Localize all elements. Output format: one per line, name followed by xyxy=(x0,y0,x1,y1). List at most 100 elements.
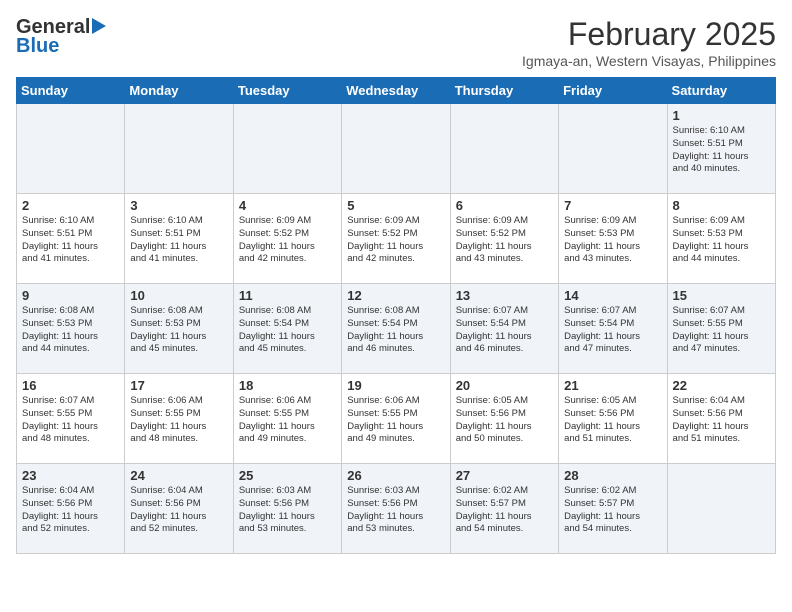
calendar-day-cell xyxy=(17,104,125,194)
calendar-day-cell: 20 Sunrise: 6:05 AM Sunset: 5:56 PM Dayli… xyxy=(450,374,558,464)
day-number: 16 xyxy=(22,378,119,393)
day-info: Sunrise: 6:06 AM Sunset: 5:55 PM Dayligh… xyxy=(130,395,227,446)
calendar-table: SundayMondayTuesdayWednesdayThursdayFrid… xyxy=(16,77,776,554)
calendar-day-cell: 5 Sunrise: 6:09 AM Sunset: 5:52 PM Daylig… xyxy=(342,194,450,284)
calendar-day-cell: 17 Sunrise: 6:06 AM Sunset: 5:55 PM Dayli… xyxy=(125,374,233,464)
calendar-day-cell xyxy=(125,104,233,194)
calendar-day-cell xyxy=(342,104,450,194)
weekday-header-friday: Friday xyxy=(559,78,667,104)
weekday-header-monday: Monday xyxy=(125,78,233,104)
day-info: Sunrise: 6:09 AM Sunset: 5:53 PM Dayligh… xyxy=(673,215,770,266)
calendar-day-cell xyxy=(667,464,775,554)
day-number: 19 xyxy=(347,378,444,393)
calendar-day-cell: 27Sunrise: 6:02 AM Sunset: 5:57 PM Dayli… xyxy=(450,464,558,554)
calendar-day-cell xyxy=(233,104,341,194)
calendar-day-cell: 16 Sunrise: 6:07 AM Sunset: 5:55 PM Dayli… xyxy=(17,374,125,464)
calendar-day-cell: 12 Sunrise: 6:08 AM Sunset: 5:54 PM Dayli… xyxy=(342,284,450,374)
calendar-day-cell: 19 Sunrise: 6:06 AM Sunset: 5:55 PM Dayli… xyxy=(342,374,450,464)
day-number: 11 xyxy=(239,288,336,303)
calendar-day-cell: 15 Sunrise: 6:07 AM Sunset: 5:55 PM Dayli… xyxy=(667,284,775,374)
day-number: 26 xyxy=(347,468,444,483)
calendar-day-cell: 3 Sunrise: 6:10 AM Sunset: 5:51 PM Daylig… xyxy=(125,194,233,284)
calendar-week-row: 16 Sunrise: 6:07 AM Sunset: 5:55 PM Dayli… xyxy=(17,374,776,464)
day-number: 5 xyxy=(347,198,444,213)
calendar-week-row: 23 Sunrise: 6:04 AM Sunset: 5:56 PM Dayli… xyxy=(17,464,776,554)
day-number: 1 xyxy=(673,108,770,123)
calendar-day-cell xyxy=(450,104,558,194)
calendar-day-cell: 21Sunrise: 6:05 AM Sunset: 5:56 PM Dayli… xyxy=(559,374,667,464)
day-info: Sunrise: 6:02 AM Sunset: 5:57 PM Dayligh… xyxy=(564,485,661,536)
weekday-header-thursday: Thursday xyxy=(450,78,558,104)
day-info: Sunrise: 6:07 AM Sunset: 5:55 PM Dayligh… xyxy=(673,305,770,356)
calendar-day-cell: 11Sunrise: 6:08 AM Sunset: 5:54 PM Dayli… xyxy=(233,284,341,374)
day-number: 23 xyxy=(22,468,119,483)
day-info: Sunrise: 6:03 AM Sunset: 5:56 PM Dayligh… xyxy=(239,485,336,536)
calendar-day-cell: 13 Sunrise: 6:07 AM Sunset: 5:54 PM Dayli… xyxy=(450,284,558,374)
day-info: Sunrise: 6:08 AM Sunset: 5:53 PM Dayligh… xyxy=(130,305,227,356)
calendar-week-row: 9 Sunrise: 6:08 AM Sunset: 5:53 PM Daylig… xyxy=(17,284,776,374)
calendar-day-cell: 2 Sunrise: 6:10 AM Sunset: 5:51 PM Daylig… xyxy=(17,194,125,284)
logo-arrow-icon xyxy=(92,18,106,34)
day-info: Sunrise: 6:10 AM Sunset: 5:51 PM Dayligh… xyxy=(22,215,119,266)
day-number: 12 xyxy=(347,288,444,303)
day-info: Sunrise: 6:10 AM Sunset: 5:51 PM Dayligh… xyxy=(130,215,227,266)
day-info: Sunrise: 6:08 AM Sunset: 5:53 PM Dayligh… xyxy=(22,305,119,356)
calendar-day-cell: 6Sunrise: 6:09 AM Sunset: 5:52 PM Daylig… xyxy=(450,194,558,284)
calendar-day-cell: 22 Sunrise: 6:04 AM Sunset: 5:56 PM Dayli… xyxy=(667,374,775,464)
day-info: Sunrise: 6:07 AM Sunset: 5:54 PM Dayligh… xyxy=(564,305,661,356)
page-header: General Blue February 2025 Igmaya-an, We… xyxy=(16,16,776,69)
day-number: 27 xyxy=(456,468,553,483)
day-number: 7 xyxy=(564,198,661,213)
day-info: Sunrise: 6:04 AM Sunset: 5:56 PM Dayligh… xyxy=(22,485,119,536)
day-number: 8 xyxy=(673,198,770,213)
day-info: Sunrise: 6:05 AM Sunset: 5:56 PM Dayligh… xyxy=(456,395,553,446)
day-number: 4 xyxy=(239,198,336,213)
calendar-day-cell: 4Sunrise: 6:09 AM Sunset: 5:52 PM Daylig… xyxy=(233,194,341,284)
weekday-header-row: SundayMondayTuesdayWednesdayThursdayFrid… xyxy=(17,78,776,104)
day-info: Sunrise: 6:10 AM Sunset: 5:51 PM Dayligh… xyxy=(673,125,770,176)
day-number: 17 xyxy=(130,378,227,393)
day-number: 25 xyxy=(239,468,336,483)
weekday-header-sunday: Sunday xyxy=(17,78,125,104)
month-year: February 2025 xyxy=(522,16,776,53)
day-info: Sunrise: 6:07 AM Sunset: 5:54 PM Dayligh… xyxy=(456,305,553,356)
day-info: Sunrise: 6:06 AM Sunset: 5:55 PM Dayligh… xyxy=(347,395,444,446)
day-info: Sunrise: 6:08 AM Sunset: 5:54 PM Dayligh… xyxy=(347,305,444,356)
day-number: 6 xyxy=(456,198,553,213)
day-number: 20 xyxy=(456,378,553,393)
weekday-header-tuesday: Tuesday xyxy=(233,78,341,104)
day-number: 10 xyxy=(130,288,227,303)
calendar-day-cell: 1 Sunrise: 6:10 AM Sunset: 5:51 PM Daylig… xyxy=(667,104,775,194)
day-number: 22 xyxy=(673,378,770,393)
weekday-header-saturday: Saturday xyxy=(667,78,775,104)
day-number: 9 xyxy=(22,288,119,303)
day-info: Sunrise: 6:04 AM Sunset: 5:56 PM Dayligh… xyxy=(673,395,770,446)
day-number: 18 xyxy=(239,378,336,393)
day-number: 15 xyxy=(673,288,770,303)
day-number: 13 xyxy=(456,288,553,303)
calendar-week-row: 2 Sunrise: 6:10 AM Sunset: 5:51 PM Daylig… xyxy=(17,194,776,284)
day-info: Sunrise: 6:03 AM Sunset: 5:56 PM Dayligh… xyxy=(347,485,444,536)
calendar-day-cell: 24Sunrise: 6:04 AM Sunset: 5:56 PM Dayli… xyxy=(125,464,233,554)
calendar-day-cell: 23 Sunrise: 6:04 AM Sunset: 5:56 PM Dayli… xyxy=(17,464,125,554)
calendar-day-cell: 28 Sunrise: 6:02 AM Sunset: 5:57 PM Dayli… xyxy=(559,464,667,554)
day-info: Sunrise: 6:06 AM Sunset: 5:55 PM Dayligh… xyxy=(239,395,336,446)
logo: General Blue xyxy=(16,16,106,58)
calendar-day-cell: 9 Sunrise: 6:08 AM Sunset: 5:53 PM Daylig… xyxy=(17,284,125,374)
calendar-day-cell: 25 Sunrise: 6:03 AM Sunset: 5:56 PM Dayli… xyxy=(233,464,341,554)
calendar-day-cell: 14 Sunrise: 6:07 AM Sunset: 5:54 PM Dayli… xyxy=(559,284,667,374)
calendar-day-cell: 8 Sunrise: 6:09 AM Sunset: 5:53 PM Daylig… xyxy=(667,194,775,284)
day-info: Sunrise: 6:07 AM Sunset: 5:55 PM Dayligh… xyxy=(22,395,119,446)
calendar-week-row: 1 Sunrise: 6:10 AM Sunset: 5:51 PM Daylig… xyxy=(17,104,776,194)
logo-blue-text: Blue xyxy=(16,35,59,58)
location: Igmaya-an, Western Visayas, Philippines xyxy=(522,53,776,69)
day-number: 3 xyxy=(130,198,227,213)
day-number: 28 xyxy=(564,468,661,483)
day-number: 14 xyxy=(564,288,661,303)
day-info: Sunrise: 6:09 AM Sunset: 5:52 PM Dayligh… xyxy=(347,215,444,266)
day-number: 2 xyxy=(22,198,119,213)
title-block: February 2025 Igmaya-an, Western Visayas… xyxy=(522,16,776,69)
calendar-day-cell xyxy=(559,104,667,194)
day-info: Sunrise: 6:04 AM Sunset: 5:56 PM Dayligh… xyxy=(130,485,227,536)
calendar-day-cell: 18 Sunrise: 6:06 AM Sunset: 5:55 PM Dayli… xyxy=(233,374,341,464)
